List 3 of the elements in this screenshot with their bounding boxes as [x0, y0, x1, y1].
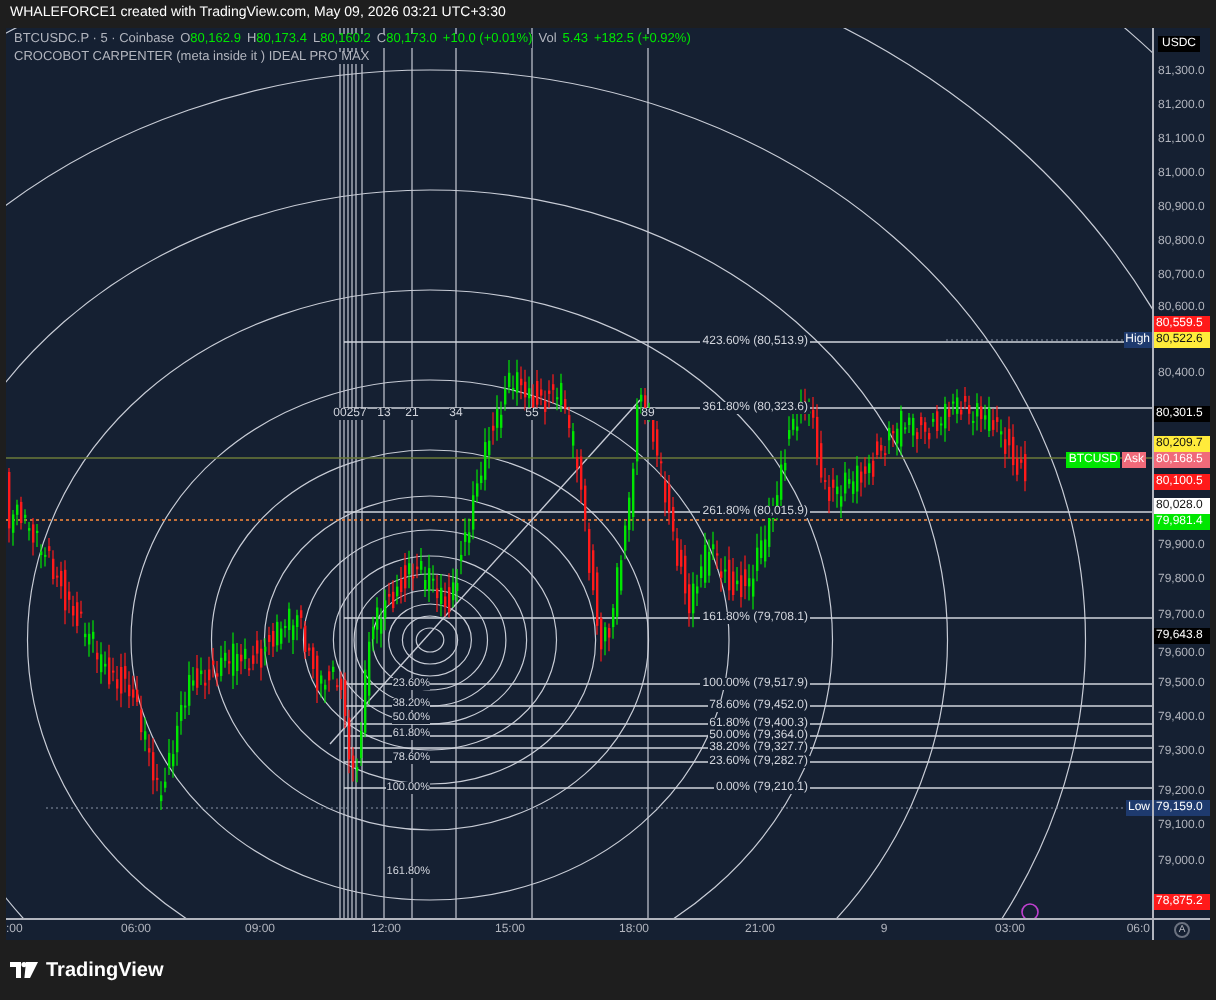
marker-icon[interactable] [1021, 903, 1039, 918]
brand-name: TradingView [46, 957, 164, 985]
logo-icon [10, 962, 38, 978]
